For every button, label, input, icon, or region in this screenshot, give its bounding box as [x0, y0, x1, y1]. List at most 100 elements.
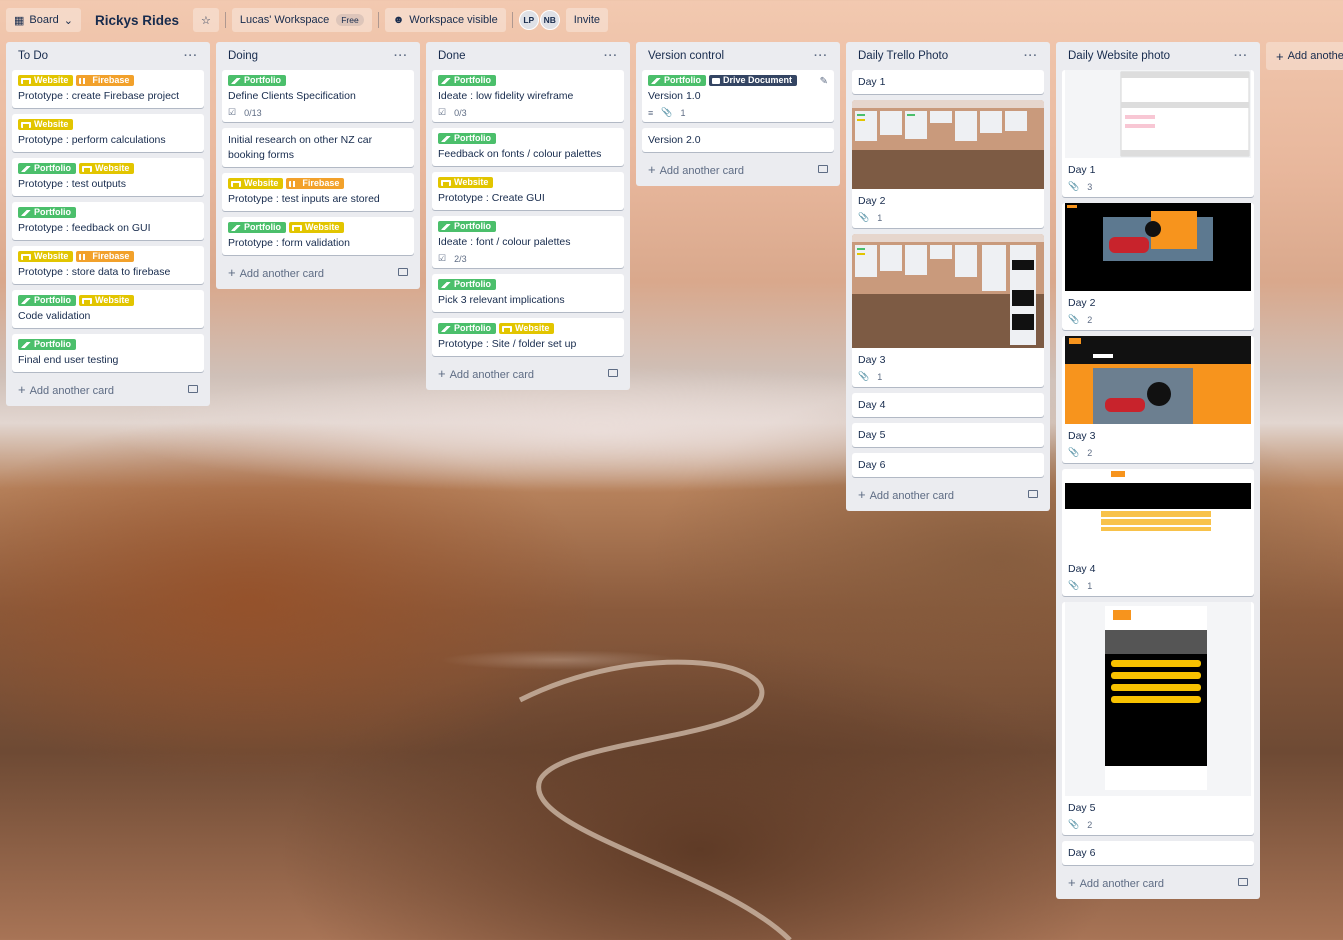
- list-card[interactable]: Portfolio Website Code validation: [12, 290, 204, 328]
- label-website[interactable]: Website: [228, 178, 284, 189]
- list-menu-button[interactable]: ···: [394, 50, 408, 62]
- label-portfolio[interactable]: Portfolio: [438, 279, 496, 290]
- list-card[interactable]: Day 1: [852, 70, 1044, 94]
- list-card[interactable]: Portfolio Website Prototype : Site / fold…: [432, 318, 624, 356]
- avatar[interactable]: NB: [539, 10, 560, 30]
- add-card-button[interactable]: + Add another card: [852, 483, 1044, 505]
- card-title: Prototype : form validation: [228, 237, 350, 249]
- list-menu-button[interactable]: ···: [184, 50, 198, 62]
- board-view-switcher[interactable]: ▦ Board ⌄: [6, 8, 81, 32]
- list-card[interactable]: Day 2 📎 1: [852, 100, 1044, 228]
- visibility-button[interactable]: ☻ Workspace visible: [384, 8, 506, 32]
- add-card-button[interactable]: + Add another card: [12, 378, 204, 400]
- workspace-button[interactable]: Lucas' Workspace Free: [231, 8, 372, 32]
- avatar[interactable]: LP: [518, 10, 539, 30]
- list-card[interactable]: Day 5: [852, 423, 1044, 447]
- list-card[interactable]: Initial research on other NZ car booking…: [222, 128, 414, 167]
- list-daily-website-photo: Daily Website photo ··· Day 1 📎 3 Day 2 📎 2: [1056, 42, 1260, 899]
- label-website[interactable]: Website: [18, 251, 74, 262]
- list-card[interactable]: Day 4: [852, 393, 1044, 417]
- label-website[interactable]: Website: [79, 163, 135, 174]
- add-card-button[interactable]: + Add another card: [1062, 871, 1254, 893]
- list-card[interactable]: Portfolio Feedback on fonts / colour pal…: [432, 128, 624, 166]
- add-card-button[interactable]: + Add another card: [222, 261, 414, 283]
- list-card[interactable]: Portfolio Define Clients Specification ☑…: [222, 70, 414, 122]
- label-portfolio[interactable]: Portfolio: [18, 295, 76, 306]
- list-card[interactable]: Website Prototype : Create GUI: [432, 172, 624, 210]
- template-icon[interactable]: [398, 268, 408, 276]
- list-menu-button[interactable]: ···: [814, 50, 828, 62]
- list-card[interactable]: Portfolio Pick 3 relevant implications: [432, 274, 624, 312]
- list-card[interactable]: Day 3 📎 1: [852, 234, 1044, 387]
- list-title[interactable]: Daily Website photo: [1068, 50, 1170, 62]
- plus-icon: +: [858, 486, 866, 502]
- list-card[interactable]: Website Firebase Prototype : test inputs …: [222, 173, 414, 211]
- list-title[interactable]: To Do: [18, 50, 48, 62]
- pencil-icon[interactable]: ✎: [820, 76, 828, 87]
- list-title[interactable]: Done: [438, 50, 466, 62]
- list-card[interactable]: Website Firebase Prototype : store data t…: [12, 246, 204, 284]
- card-title: Code validation: [18, 310, 91, 322]
- label-portfolio[interactable]: Portfolio: [18, 339, 76, 350]
- label-portfolio[interactable]: Portfolio: [18, 207, 76, 218]
- template-icon[interactable]: [608, 369, 618, 377]
- list-card[interactable]: Day 1 📎 3: [1062, 70, 1254, 197]
- list-card[interactable]: Portfolio Ideate : low fidelity wirefram…: [432, 70, 624, 122]
- list-card[interactable]: Day 6: [852, 453, 1044, 477]
- label-portfolio[interactable]: Portfolio: [438, 323, 496, 334]
- list-card[interactable]: Portfolio Drive Document ✎ Version 1.0 ≡ 📎…: [642, 70, 834, 122]
- card-cover-image: [1065, 336, 1251, 424]
- label-firebase[interactable]: Firebase: [76, 75, 135, 86]
- label-website[interactable]: Website: [18, 119, 74, 130]
- label-text: Firebase: [92, 75, 130, 85]
- list-title[interactable]: Doing: [228, 50, 258, 62]
- list-card[interactable]: Day 2 📎 2: [1062, 203, 1254, 330]
- portfolio-label-icon: [651, 77, 661, 84]
- label-drive-document[interactable]: Drive Document: [709, 75, 798, 86]
- list-card[interactable]: Portfolio Ideate : font / colour palette…: [432, 216, 624, 268]
- label-portfolio[interactable]: Portfolio: [438, 75, 496, 86]
- list-card[interactable]: Day 5 📎 2: [1062, 602, 1254, 835]
- list-menu-button[interactable]: ···: [1024, 50, 1038, 62]
- list-card[interactable]: Portfolio Website Prototype : form valida…: [222, 217, 414, 255]
- list-title[interactable]: Daily Trello Photo: [858, 50, 948, 62]
- add-card-button[interactable]: + Add another card: [432, 362, 624, 384]
- star-button[interactable]: ☆: [193, 8, 219, 32]
- template-icon[interactable]: [818, 165, 828, 173]
- label-firebase[interactable]: Firebase: [76, 251, 135, 262]
- list-card[interactable]: Version 2.0: [642, 128, 834, 152]
- label-portfolio[interactable]: Portfolio: [228, 75, 286, 86]
- label-website[interactable]: Website: [18, 75, 74, 86]
- list-menu-button[interactable]: ···: [1234, 50, 1248, 62]
- label-website[interactable]: Website: [438, 177, 494, 188]
- label-portfolio[interactable]: Portfolio: [438, 221, 496, 232]
- list-card[interactable]: Day 3 📎 2: [1062, 336, 1254, 463]
- list-card[interactable]: Portfolio Website Prototype : test output…: [12, 158, 204, 196]
- list-card[interactable]: Day 6: [1062, 841, 1254, 865]
- label-portfolio[interactable]: Portfolio: [228, 222, 286, 233]
- list-menu-button[interactable]: ···: [604, 50, 618, 62]
- list-card[interactable]: Website Firebase Prototype : create Fireb…: [12, 70, 204, 108]
- template-icon[interactable]: [1238, 878, 1248, 886]
- list-card[interactable]: Day 4 📎 1: [1062, 469, 1254, 596]
- template-icon[interactable]: [1028, 490, 1038, 498]
- label-portfolio[interactable]: Portfolio: [18, 163, 76, 174]
- list-title[interactable]: Version control: [648, 50, 724, 62]
- label-portfolio[interactable]: Portfolio: [438, 133, 496, 144]
- label-firebase[interactable]: Firebase: [286, 178, 345, 189]
- add-card-button[interactable]: + Add another card: [642, 158, 834, 180]
- list-todo: To Do ··· Website Firebase Prototype : cre…: [6, 42, 210, 406]
- template-icon[interactable]: [188, 385, 198, 393]
- label-website[interactable]: Website: [289, 222, 345, 233]
- plus-icon: +: [228, 264, 236, 280]
- label-website[interactable]: Website: [499, 323, 555, 334]
- label-portfolio[interactable]: Portfolio: [648, 75, 706, 86]
- board-title[interactable]: Rickys Rides: [87, 13, 187, 28]
- invite-button[interactable]: Invite: [565, 8, 609, 32]
- list-card[interactable]: Portfolio Final end user testing: [12, 334, 204, 372]
- divider: [224, 12, 226, 28]
- label-website[interactable]: Website: [79, 295, 135, 306]
- list-card[interactable]: Website Prototype : perform calculations: [12, 114, 204, 152]
- list-card[interactable]: Portfolio Prototype : feedback on GUI: [12, 202, 204, 240]
- add-list-button[interactable]: + Add another list: [1266, 42, 1343, 70]
